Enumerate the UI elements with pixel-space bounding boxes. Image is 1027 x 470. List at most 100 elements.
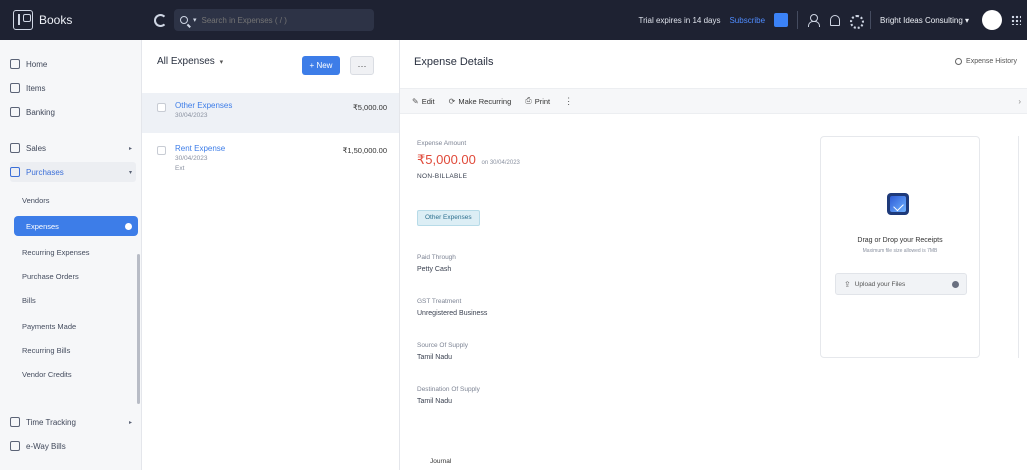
search-input[interactable] xyxy=(201,15,352,25)
divider xyxy=(1018,136,1019,358)
sidebar-sub-label: Expenses xyxy=(26,221,59,231)
items-icon xyxy=(10,83,20,93)
top-bar-right: Trial expires in 14 days Subscribe Brigh… xyxy=(639,0,1027,40)
search-icon xyxy=(180,16,188,24)
expense-account: Rent Expense xyxy=(175,144,226,153)
bell-icon[interactable] xyxy=(828,14,841,26)
gear-icon[interactable] xyxy=(849,14,865,29)
row-checkbox[interactable] xyxy=(157,103,166,112)
category-tag: Other Expenses xyxy=(417,210,480,226)
more-options-button[interactable]: ··· xyxy=(350,56,374,75)
make-recurring-label: Make Recurring xyxy=(458,96,512,106)
sidebar-item-time-tracking[interactable]: Time Tracking ▸ xyxy=(10,412,136,432)
divider xyxy=(797,11,799,29)
upload-subtitle: Maximum file size allowed is 7MB xyxy=(862,248,938,254)
list-item[interactable]: Rent Expense 30/04/2023 Ext ₹1,50,000.00 xyxy=(142,136,399,176)
sidebar-item-eway-bills[interactable]: e-Way Bills xyxy=(10,436,136,456)
expense-amount: ₹5,000.00 xyxy=(353,103,387,112)
sidebar-sub-bills[interactable]: Bills xyxy=(22,290,132,310)
paid-through-value: Petty Cash xyxy=(417,266,452,273)
row-checkbox[interactable] xyxy=(157,146,166,155)
sidebar-item-banking[interactable]: Banking xyxy=(10,102,136,122)
destination-of-supply-value: Tamil Nadu xyxy=(417,398,453,405)
cart-icon xyxy=(10,143,20,153)
sidebar-sub-vendor-credits[interactable]: Vendor Credits xyxy=(22,364,132,384)
expense-amount: ₹1,50,000.00 xyxy=(342,146,387,155)
upload-options-icon[interactable] xyxy=(952,280,959,288)
organization-switcher[interactable]: Bright Ideas Consulting ▾ xyxy=(880,16,969,25)
receipt-upload-card[interactable]: Drag or Drop your Receipts Maximum file … xyxy=(820,136,980,358)
top-bar: Books ▾ Trial expires in 14 days Subscri… xyxy=(0,0,1027,40)
make-recurring-button[interactable]: ⟳ Make Recurring xyxy=(449,97,512,106)
upload-button-label: Upload your Files xyxy=(854,280,906,288)
sidebar-item-label: e-Way Bills xyxy=(26,441,66,451)
expense-date: 30/04/2023 xyxy=(175,112,208,119)
list-item[interactable]: Other Expenses 30/04/2023 ₹5,000.00 xyxy=(142,93,399,133)
add-expense-icon[interactable] xyxy=(125,222,132,230)
sidebar-item-home[interactable]: Home xyxy=(10,54,136,74)
more-actions-icon[interactable]: ⋮ xyxy=(564,96,573,107)
sidebar-item-label: Items xyxy=(26,83,46,93)
clock-icon xyxy=(955,58,963,65)
expense-history-label: Expense History xyxy=(966,58,1017,65)
sidebar-item-label: Time Tracking xyxy=(26,417,76,427)
chevron-right-icon: ▸ xyxy=(128,145,132,152)
gst-treatment-label: GST Treatment xyxy=(417,298,462,305)
recent-history-icon[interactable] xyxy=(152,12,168,28)
sidebar-item-sales[interactable]: Sales ▸ xyxy=(10,138,136,158)
print-label: Print xyxy=(534,96,551,106)
sidebar-item-items[interactable]: Items xyxy=(10,78,136,98)
expense-amount-label: Expense Amount xyxy=(417,140,467,147)
amount-date: on 30/04/2023 xyxy=(481,160,520,166)
chevron-down-icon: ▾ xyxy=(128,169,132,176)
sidebar-sub-recurring-bills[interactable]: Recurring Bills xyxy=(22,340,132,360)
sidebar-item-purchases[interactable]: Purchases ▾ xyxy=(10,162,136,182)
journal-tab[interactable]: Journal xyxy=(430,458,451,465)
upload-files-button[interactable]: ⇪ Upload your Files xyxy=(835,273,967,295)
expense-history-link[interactable]: Expense History xyxy=(955,58,1017,65)
billable-status: NON-BILLABLE xyxy=(417,173,468,180)
bag-icon xyxy=(10,167,20,177)
sidebar-sub-label: Purchase Orders xyxy=(22,271,79,281)
sidebar-sub-recurring-expenses[interactable]: Recurring Expenses xyxy=(22,242,132,262)
view-title: All Expenses xyxy=(157,56,215,67)
expense-account: Other Expenses xyxy=(175,101,233,110)
home-icon xyxy=(10,59,20,69)
destination-of-supply-label: Destination Of Supply xyxy=(417,386,480,393)
paid-through-label: Paid Through xyxy=(417,254,456,261)
new-expense-button[interactable]: + New xyxy=(302,56,340,75)
page-title: Expense Details xyxy=(414,56,494,68)
sidebar-sub-label: Recurring Bills xyxy=(22,345,71,355)
sidebar-sub-expenses[interactable]: Expenses xyxy=(14,216,138,236)
sidebar-sub-purchase-orders[interactable]: Purchase Orders xyxy=(22,266,132,286)
avatar[interactable] xyxy=(982,10,1002,30)
divider xyxy=(870,11,872,29)
sidebar-item-label: Banking xyxy=(26,107,55,117)
search-box[interactable]: ▾ xyxy=(174,9,374,31)
printer-icon: ⎙ xyxy=(525,96,532,105)
users-icon[interactable] xyxy=(807,14,821,27)
apps-grid-icon[interactable] xyxy=(1011,15,1021,25)
chevron-down-icon[interactable]: ▾ xyxy=(193,16,197,24)
subscribe-link[interactable]: Subscribe xyxy=(729,16,765,25)
truck-icon xyxy=(10,441,20,451)
panel-toggle-icon[interactable]: › xyxy=(1018,97,1021,106)
sidebar-sub-payments-made[interactable]: Payments Made xyxy=(22,316,132,336)
print-button[interactable]: ⎙ Print xyxy=(525,96,550,106)
source-of-supply-label: Source Of Supply xyxy=(417,342,468,349)
view-selector[interactable]: All Expenses ▾ xyxy=(157,56,223,67)
sidebar-scrollbar[interactable] xyxy=(137,254,140,404)
source-of-supply-value: Tamil Nadu xyxy=(417,354,453,361)
bank-icon xyxy=(10,107,20,117)
recurring-icon: ⟳ xyxy=(448,96,456,106)
timer-icon xyxy=(10,417,20,427)
sidebar-sub-vendors[interactable]: Vendors xyxy=(22,190,132,210)
quick-create-icon[interactable] xyxy=(774,13,789,27)
sidebar-item-label: Sales xyxy=(26,143,47,153)
edit-button[interactable]: ✎ Edit xyxy=(412,97,435,106)
brand[interactable]: Books xyxy=(0,0,140,40)
pencil-icon: ✎ xyxy=(412,96,419,106)
chevron-down-icon: ▾ xyxy=(219,59,224,66)
books-logo-icon xyxy=(13,10,33,30)
image-upload-icon xyxy=(887,193,909,215)
